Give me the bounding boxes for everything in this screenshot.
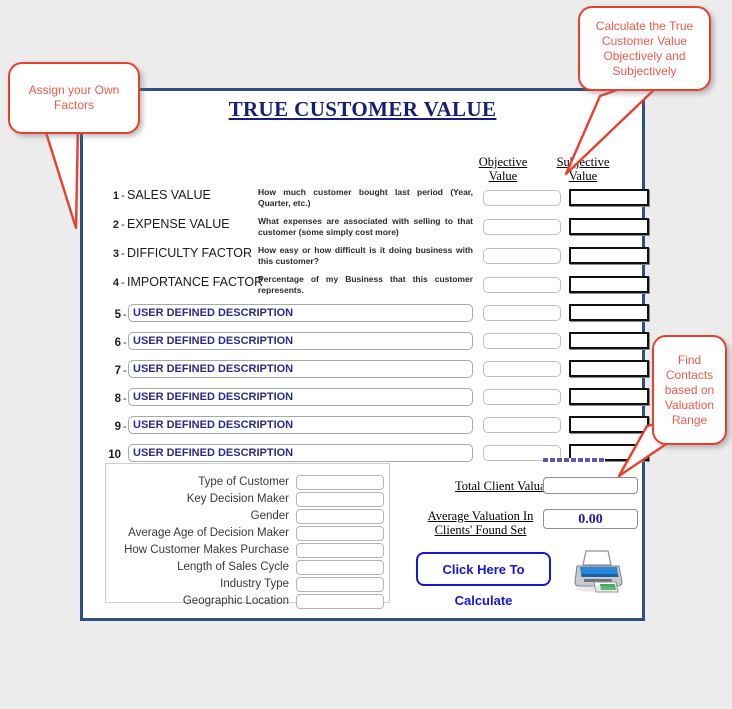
row-number: 6 [114,337,121,349]
callout-calculate-text: Calculate the True Customer Value Object… [595,18,694,78]
row-description: What expenses are associated with sellin… [258,216,473,237]
table-row: 2 - EXPENSE VALUE What expenses are asso… [103,215,649,242]
average-valuation-value: 0.00 [543,509,638,529]
row-number: 9 [114,421,121,433]
objective-value-input-1[interactable] [483,190,561,206]
row-number: 5 [114,309,121,321]
page-title: TRUE CUSTOMER VALUE [228,97,497,121]
objective-header-line1: Objective [478,155,528,169]
table-row: 3 - DIFFICULTY FACTOR How easy or how di… [103,244,649,271]
table-row: 4 - IMPORTANCE FACTOR Percentage of my B… [103,273,649,300]
user-defined-description-input-8[interactable]: USER DEFINED DESCRIPTION [128,388,473,406]
column-header-objective-value: Objective Value [458,155,548,183]
demographic-label: Type of Customer [198,476,289,488]
row-number: 10 [108,449,121,461]
row-dash: - [121,248,125,260]
table-row: 9 - USER DEFINED DESCRIPTION [103,416,649,442]
average-valuation-label-line1: Average Valuation In [427,509,534,523]
demographic-input-how-customer-makes-purchase[interactable] [296,543,384,558]
subjective-value-input-3[interactable] [569,247,649,264]
row-dash: - [121,277,125,289]
demographic-input-average-age-of-decision-maker[interactable] [296,526,384,541]
objective-value-input-6[interactable] [483,333,561,349]
callout-calculate-tail [564,82,660,176]
demographic-label: Length of Sales Cycle [177,561,289,573]
user-defined-description-input-10[interactable]: USER DEFINED DESCRIPTION [128,444,473,462]
demographic-label: Key Decision Maker [186,493,289,505]
subjective-value-input-4[interactable] [569,276,649,293]
average-valuation-label: Average Valuation In Clients' Found Set [423,509,538,537]
objective-value-input-9[interactable] [483,417,561,433]
table-row: 5 - USER DEFINED DESCRIPTION [103,304,649,330]
callout-find-text: Find Contacts based on Valuation Range [664,352,715,427]
subjective-value-input-8[interactable] [569,388,649,405]
printer-icon[interactable] [570,549,626,595]
row-label: IMPORTANCE FACTOR [127,275,264,289]
row-label: EXPENSE VALUE [127,217,230,231]
user-defined-description-input-7[interactable]: USER DEFINED DESCRIPTION [128,360,473,378]
row-description: How easy or how difficult is it doing bu… [258,245,473,266]
demographic-input-type-of-customer[interactable] [296,475,384,490]
callout-assign-tail [42,120,80,230]
row-dash: - [123,365,127,377]
row-number: 8 [114,393,121,405]
row-dash: - [121,219,125,231]
row-dash: - [123,421,127,433]
callout-calculate-true-customer-value: Calculate the True Customer Value Object… [578,6,711,91]
objective-value-input-7[interactable] [483,361,561,377]
calculate-button[interactable]: Click Here To Calculate [416,552,551,608]
row-dash: - [123,337,127,349]
subjective-value-input-7[interactable] [569,360,649,377]
row-label: SALES VALUE [127,188,211,202]
table-row: 1 - SALES VALUE How much customer bought… [103,186,649,213]
objective-value-input-2[interactable] [483,219,561,235]
dashed-divider [543,458,605,462]
demographic-input-key-decision-maker[interactable] [296,492,384,507]
row-description: Percentage of my Business that this cust… [258,274,473,295]
user-defined-description-input-9[interactable]: USER DEFINED DESCRIPTION [128,416,473,434]
objective-header-line2: Value [488,169,518,183]
subjective-value-input-2[interactable] [569,218,649,235]
subjective-value-input-1[interactable] [569,189,649,206]
average-valuation-label-line2: Clients' Found Set [434,523,527,537]
demographic-input-gender[interactable] [296,509,384,524]
demographic-label: Gender [250,510,289,522]
demographic-label: Average Age of Decision Maker [128,527,289,539]
demographic-label: Geographic Location [182,595,289,607]
table-row: 6 - USER DEFINED DESCRIPTION [103,332,649,358]
row-number: 3 [112,248,119,260]
customer-demographics-box: Type of Customer Key Decision Maker Gend… [105,463,390,609]
callout-assign-your-own-factors: Assign your Own Factors [8,62,140,134]
objective-value-input-4[interactable] [483,277,561,293]
table-row: 8 - USER DEFINED DESCRIPTION [103,388,649,414]
row-label: DIFFICULTY FACTOR [127,246,253,260]
callout-assign-text: Assign your Own Factors [28,83,120,112]
objective-value-input-8[interactable] [483,389,561,405]
row-dash: - [123,309,127,321]
demographic-input-length-of-sales-cycle[interactable] [296,560,384,575]
row-number: 4 [112,277,119,289]
table-row: 7 - USER DEFINED DESCRIPTION [103,360,649,386]
demographic-label: Industry Type [220,578,289,590]
subjective-value-input-6[interactable] [569,332,649,349]
subjective-value-input-5[interactable] [569,304,649,321]
callout-find-contacts-by-valuation-range: Find Contacts based on Valuation Range [652,335,727,445]
demographic-label: How Customer Makes Purchase [124,544,289,556]
row-dash: - [123,393,127,405]
objective-value-input-5[interactable] [483,305,561,321]
user-defined-description-input-5[interactable]: USER DEFINED DESCRIPTION [128,304,473,322]
row-number: 7 [114,365,121,377]
demographic-input-industry-type[interactable] [296,577,384,592]
row-description: How much customer bought last period (Ye… [258,187,473,208]
user-defined-description-input-6[interactable]: USER DEFINED DESCRIPTION [128,332,473,350]
demographic-input-geographic-location[interactable] [296,594,384,609]
objective-value-input-3[interactable] [483,248,561,264]
row-dash: - [121,190,125,202]
